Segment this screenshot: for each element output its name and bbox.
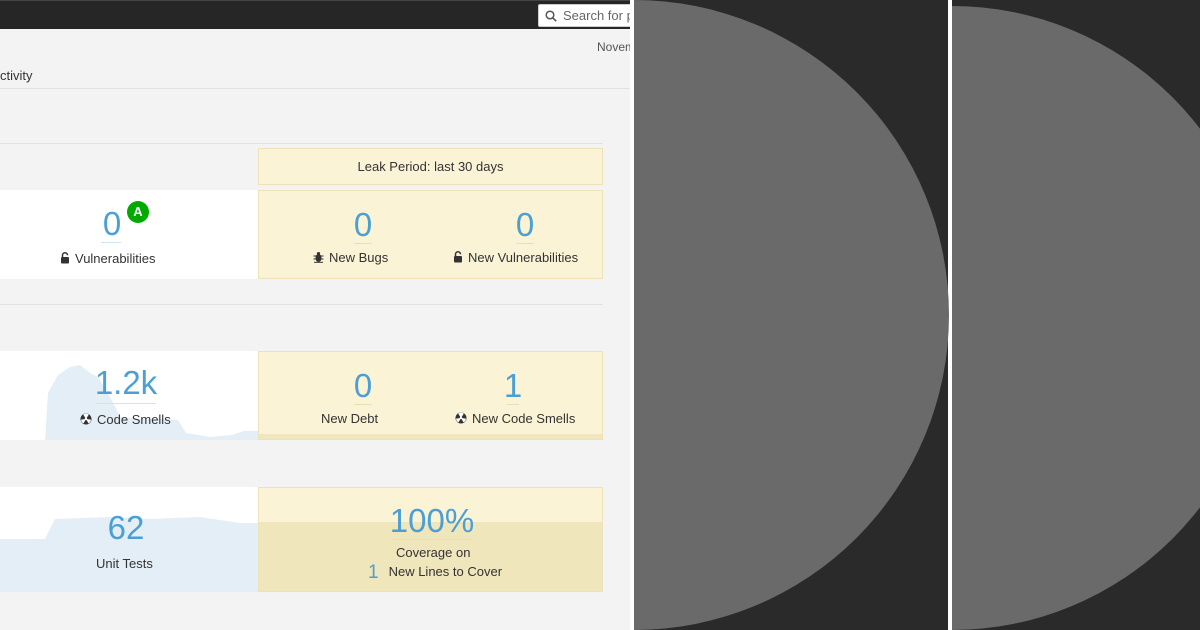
code-smell-icon: [455, 412, 467, 424]
activity-link[interactable]: ctivity: [0, 68, 33, 83]
lock-icon: [454, 251, 462, 263]
new-lines-to-cover: 1 New Lines to Cover: [368, 562, 503, 583]
decorative-area: [630, 0, 1200, 630]
coverage-value[interactable]: 100%: [385, 504, 479, 537]
bug-icon: [313, 252, 324, 263]
lock-icon: [61, 252, 69, 264]
unit-tests-value[interactable]: 62: [96, 511, 156, 544]
divider: [0, 304, 603, 305]
new-code-smells-value[interactable]: 1: [495, 369, 531, 402]
value-underline: [354, 404, 372, 405]
new-vulnerabilities-value[interactable]: 0: [507, 208, 543, 241]
new-debt-value[interactable]: 0: [345, 369, 381, 402]
leak-maintainability-card: 0 New Debt 1 New Code Smells: [258, 351, 603, 440]
new-code-smells-label: New Code Smells: [455, 411, 575, 426]
value-underline: [96, 403, 156, 404]
code-smell-icon: [80, 413, 92, 425]
value-underline: [507, 404, 519, 405]
search-placeholder: Search for p: [563, 8, 630, 23]
unit-tests-label: Unit Tests: [96, 556, 153, 571]
half-circle-shapes: [634, 0, 1200, 630]
search-input[interactable]: Search for p: [538, 4, 630, 27]
code-smells-value[interactable]: 1.2k: [84, 366, 168, 399]
new-vulnerabilities-label: New Vulnerabilities: [453, 250, 578, 265]
value-underline: [101, 242, 121, 243]
coverage-label: Coverage on: [396, 545, 471, 560]
leak-coverage-card: 100% Coverage on 1 New Lines to Cover: [258, 487, 603, 592]
value-underline: [354, 243, 372, 244]
value-underline: [393, 539, 473, 540]
unit-tests-card: 62 Unit Tests: [0, 487, 258, 592]
analysis-date: Novem: [597, 40, 630, 54]
new-bugs-value[interactable]: 0: [345, 208, 381, 241]
divider: [0, 143, 603, 144]
divider: [0, 88, 630, 89]
code-smells-label: Code Smells: [80, 412, 171, 427]
value-underline: [516, 243, 534, 244]
leak-period-header: Leak Period: last 30 days: [258, 148, 603, 185]
new-bugs-label: New Bugs: [313, 250, 388, 265]
dashboard-panel: Search for p Novem ctivity Leak Period: …: [0, 0, 630, 630]
vulnerabilities-card: 0 A Vulnerabilities: [0, 190, 258, 279]
vulnerabilities-label: Vulnerabilities: [60, 251, 155, 266]
leak-area-band: [259, 434, 602, 439]
lines-to-cover-value[interactable]: 1: [368, 562, 379, 583]
search-icon: [545, 10, 557, 22]
code-smells-card: 1.2k Code Smells: [0, 351, 258, 440]
vulnerabilities-rating-badge[interactable]: A: [127, 201, 149, 223]
vulnerabilities-value[interactable]: 0: [100, 207, 124, 240]
top-navigation-bar: Search for p: [0, 0, 630, 29]
new-debt-label: New Debt: [321, 411, 379, 426]
leak-security-card: 0 New Bugs 0 New Vulnerabilities: [258, 190, 603, 279]
